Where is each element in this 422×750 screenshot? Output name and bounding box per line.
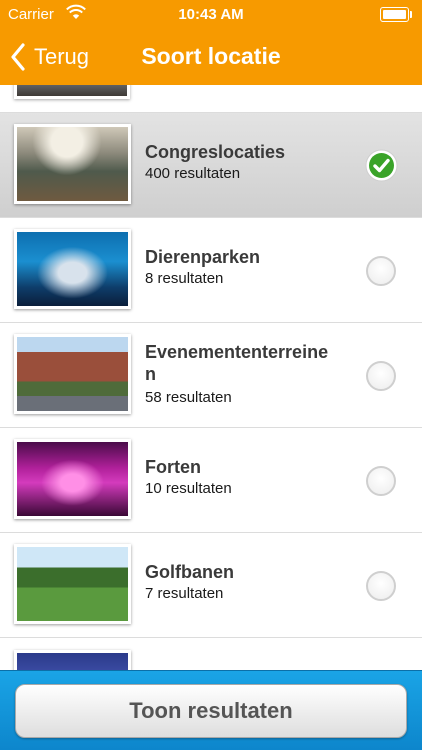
status-bar: Carrier 10:43 AM bbox=[0, 0, 422, 30]
radio-unchecked-icon[interactable] bbox=[366, 571, 396, 601]
radio-unchecked-icon[interactable] bbox=[366, 466, 396, 496]
item-count: 7 resultaten bbox=[145, 585, 224, 602]
check-icon[interactable] bbox=[365, 149, 398, 182]
list-item-dierenparken[interactable]: Dierenparken 8 resultaten bbox=[0, 218, 422, 323]
list-item-forten[interactable]: Forten 10 resultaten bbox=[0, 428, 422, 533]
item-count: 400 resultaten bbox=[145, 165, 241, 182]
thumbnail bbox=[14, 124, 131, 204]
radio-unchecked-icon[interactable] bbox=[366, 361, 396, 391]
item-count: 58 resultaten bbox=[145, 389, 232, 406]
item-name: Forten bbox=[145, 457, 201, 477]
page-title: Soort locatie bbox=[141, 43, 281, 69]
nav-bar: Terug Soort locatie bbox=[0, 30, 422, 85]
item-count: 10 resultaten bbox=[145, 480, 232, 497]
list-item-golfbanen[interactable]: Golfbanen 7 resultaten bbox=[0, 533, 422, 638]
list-item-partial[interactable] bbox=[0, 638, 422, 670]
thumbnail bbox=[14, 229, 131, 309]
header: Carrier 10:43 AM Terug Soort locatie bbox=[0, 0, 422, 85]
thumbnail bbox=[14, 650, 131, 670]
list-item-evenemententerreinen[interactable]: Evenemententerreine n 58 resultaten bbox=[0, 323, 422, 428]
thumbnail bbox=[14, 85, 130, 99]
battery-icon bbox=[380, 7, 412, 22]
list-item-congreslocaties[interactable]: Congreslocaties 400 resultaten bbox=[0, 113, 422, 218]
thumbnail bbox=[14, 334, 131, 414]
item-name: Congreslocaties bbox=[145, 142, 286, 162]
radio-unchecked-icon[interactable] bbox=[366, 256, 396, 286]
item-name: Evenemententerreine n bbox=[145, 342, 329, 384]
location-type-list[interactable]: Congreslocaties 400 resultaten Dierenpar… bbox=[0, 85, 422, 670]
item-count: 8 resultaten bbox=[145, 270, 224, 287]
list-item-partial[interactable] bbox=[0, 85, 422, 113]
item-name: Golfbanen bbox=[145, 562, 234, 582]
thumbnail bbox=[14, 439, 131, 519]
status-time: 10:43 AM bbox=[178, 6, 244, 23]
show-results-button[interactable]: Toon resultaten bbox=[15, 684, 407, 738]
thumbnail bbox=[14, 544, 131, 624]
item-name: Dierenparken bbox=[145, 247, 261, 267]
footer-bar: Toon resultaten bbox=[0, 670, 422, 750]
